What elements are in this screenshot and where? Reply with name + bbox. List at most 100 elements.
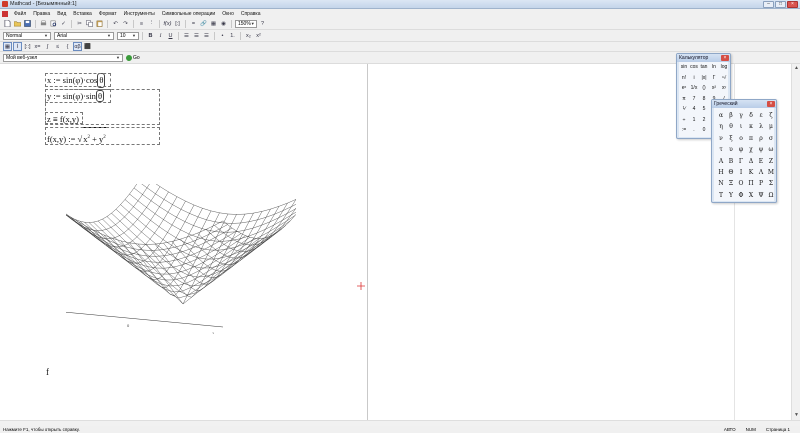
calc-button[interactable]: ⁿ√ [719, 74, 729, 83]
calc-button[interactable]: i [689, 74, 699, 83]
paste-icon[interactable] [95, 19, 104, 28]
align-down-icon[interactable]: ⫶ [147, 19, 156, 28]
graph-toolbar-icon[interactable]: ⌇ [13, 42, 22, 51]
greek-letter-button[interactable]: Ν [716, 178, 726, 189]
greek-letter-button[interactable]: ρ [756, 133, 766, 144]
greek-letter-button[interactable]: α [716, 110, 726, 121]
greek-letter-button[interactable]: Φ [736, 190, 746, 201]
greek-letter-button[interactable]: Γ [736, 156, 746, 167]
greek-letter-button[interactable]: κ [746, 121, 756, 132]
undo-icon[interactable]: ↶ [111, 19, 120, 28]
menu-view[interactable]: Вид [54, 11, 69, 17]
boolean-toolbar-icon[interactable]: ≤ [53, 42, 62, 51]
greek-letter-button[interactable]: Κ [746, 167, 756, 178]
greek-letter-button[interactable]: Ψ [756, 190, 766, 201]
superscript-icon[interactable]: x² [254, 31, 263, 40]
redo-icon[interactable]: ↷ [121, 19, 130, 28]
greek-letter-button[interactable]: ν [716, 133, 726, 144]
insert-unit-icon[interactable]: [:] [173, 19, 182, 28]
style-select[interactable]: Normal ▼ [3, 31, 51, 40]
programming-toolbar-icon[interactable]: { [63, 42, 72, 51]
surface-plot[interactable]: 420-101 [66, 184, 296, 334]
cut-icon[interactable]: ✂ [75, 19, 84, 28]
calc-button[interactable]: 5 [699, 105, 709, 114]
insert-hyperlink-icon[interactable]: 🔗 [199, 19, 208, 28]
equation-x[interactable]: x := sin(φ)·cos θ [45, 73, 111, 88]
greek-letter-button[interactable]: Π [746, 178, 756, 189]
greek-letter-button[interactable]: Α [716, 156, 726, 167]
calc-button[interactable]: () [699, 84, 709, 93]
insert-function-icon[interactable]: f(x) [163, 19, 172, 28]
calc-button[interactable]: ln [709, 63, 719, 72]
calc-button[interactable]: 8 [699, 95, 709, 104]
calc-button[interactable]: 4 [689, 105, 699, 114]
calculus-toolbar-icon[interactable]: ∫ [43, 42, 52, 51]
greek-letter-button[interactable]: β [726, 110, 736, 121]
print-preview-icon[interactable] [49, 19, 58, 28]
calc-button[interactable]: := [679, 126, 689, 135]
equation-f-placeholder[interactable]: f [46, 367, 49, 377]
greek-palette[interactable]: Греческий × αβγδεζ ηθικλμ νξοπρσ τυφχψω ΑΒΓΔΕ… [711, 99, 777, 203]
greek-letter-button[interactable]: Τ [716, 190, 726, 201]
greek-letter-button[interactable]: θ [726, 121, 736, 132]
align-left-icon[interactable]: ☰ [182, 31, 191, 40]
align-across-icon[interactable]: ≡ [137, 19, 146, 28]
greek-letter-button[interactable]: ζ [766, 110, 776, 121]
calc-button[interactable]: 1 [689, 116, 699, 125]
scroll-up-icon[interactable]: ▲ [793, 65, 800, 72]
subscript-icon[interactable]: x₂ [244, 31, 253, 40]
greek-letter-button[interactable]: σ [766, 133, 776, 144]
italic-button[interactable]: I [156, 31, 165, 40]
print-icon[interactable] [39, 19, 48, 28]
greek-letter-button[interactable]: Σ [766, 178, 776, 189]
greek-letter-button[interactable]: Ι [736, 167, 746, 178]
menu-file[interactable]: Файл [11, 11, 29, 17]
greek-letter-button[interactable]: Μ [766, 167, 776, 178]
greek-letter-button[interactable]: λ [756, 121, 766, 132]
minimize-button[interactable]: – [763, 0, 774, 8]
calc-button[interactable]: π [679, 95, 689, 104]
greek-close-button[interactable]: × [767, 101, 775, 107]
font-select[interactable]: Arial ▼ [54, 31, 114, 40]
bullets-icon[interactable]: • [218, 31, 227, 40]
symbolic-toolbar-icon[interactable]: ⬛ [83, 42, 92, 51]
greek-toolbar-icon[interactable]: αβ [73, 42, 82, 51]
greek-letter-button[interactable]: Β [726, 156, 736, 167]
underline-button[interactable]: U [166, 31, 175, 40]
open-folder-icon[interactable] [13, 19, 22, 28]
calc-button[interactable]: x² [709, 84, 719, 93]
calc-button[interactable]: log [719, 63, 729, 72]
scroll-down-icon[interactable]: ▼ [793, 412, 800, 419]
equation-z[interactable]: z ≡ f(x,y) [47, 114, 79, 124]
calc-button[interactable]: 1/x [689, 84, 699, 93]
greek-letter-button[interactable]: ψ [756, 144, 766, 155]
greek-letter-button[interactable]: γ [736, 110, 746, 121]
greek-letter-button[interactable]: Ζ [766, 156, 776, 167]
go-button[interactable]: Go [126, 54, 140, 61]
bold-button[interactable]: B [146, 31, 155, 40]
calculator-toolbar-icon[interactable]: ▦ [3, 42, 12, 51]
calc-button[interactable]: Γ [709, 74, 719, 83]
calc-button[interactable]: cos [689, 63, 699, 72]
address-select[interactable]: Мой веб-узел ▼ [3, 53, 123, 62]
calc-button[interactable]: tan [699, 63, 709, 72]
calc-button[interactable]: 7 [689, 95, 699, 104]
menu-insert[interactable]: Вставка [70, 11, 95, 17]
new-file-icon[interactable] [3, 19, 12, 28]
greek-letter-button[interactable]: ε [756, 110, 766, 121]
matrix-toolbar-icon[interactable]: [::] [23, 42, 32, 51]
font-size-select[interactable]: 10 ▼ [117, 31, 139, 40]
zoom-select[interactable]: 150% ▼ [235, 19, 257, 28]
greek-letter-button[interactable]: ξ [726, 133, 736, 144]
menu-format[interactable]: Формат [96, 11, 120, 17]
calc-button[interactable]: xʸ [719, 84, 729, 93]
calc-button[interactable]: . [689, 126, 699, 135]
calc-button[interactable]: ÷ [679, 116, 689, 125]
calc-button[interactable]: ⅟ [679, 105, 689, 114]
greek-letter-button[interactable]: δ [746, 110, 756, 121]
vertical-scrollbar[interactable]: ▲ ▼ [791, 64, 800, 420]
calc-button[interactable]: 2 [699, 116, 709, 125]
greek-letter-button[interactable]: π [746, 133, 756, 144]
greek-letter-button[interactable]: Η [716, 167, 726, 178]
insert-component-icon[interactable]: ▦ [209, 19, 218, 28]
